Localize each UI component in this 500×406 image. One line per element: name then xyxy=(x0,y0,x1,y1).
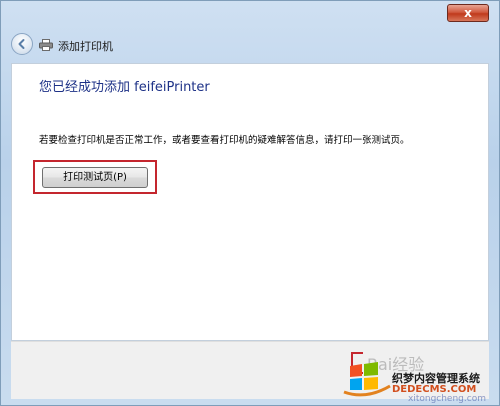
navigation-bar: 添加打印机 xyxy=(7,31,487,59)
add-printer-wizard: x 添加打印机 您已经成功添加 feifeiPrinter 若要检查打印机是否正… xyxy=(0,0,500,406)
printer-icon xyxy=(39,39,53,51)
close-button[interactable]: x xyxy=(447,4,489,22)
print-test-page-button[interactable]: 打印测试页(P) xyxy=(42,167,148,188)
wizard-content: 您已经成功添加 feifeiPrinter 若要检查打印机是否正常工作，或者要查… xyxy=(11,63,489,341)
instruction-text: 若要检查打印机是否正常工作，或者要查看打印机的疑难解答信息，请打印一张测试页。 xyxy=(39,135,410,146)
watermark-domain: xitongcheng.com xyxy=(408,394,486,404)
watermark-logo-icon xyxy=(343,362,391,397)
arrow-left-icon xyxy=(18,39,25,49)
back-button[interactable] xyxy=(11,33,33,55)
highlight-box: 打印测试页(P) xyxy=(33,160,157,194)
window-frame: x 添加打印机 您已经成功添加 feifeiPrinter 若要检查打印机是否正… xyxy=(0,0,500,406)
page-title: 您已经成功添加 feifeiPrinter xyxy=(39,80,210,95)
window-title: 添加打印机 xyxy=(58,40,113,53)
